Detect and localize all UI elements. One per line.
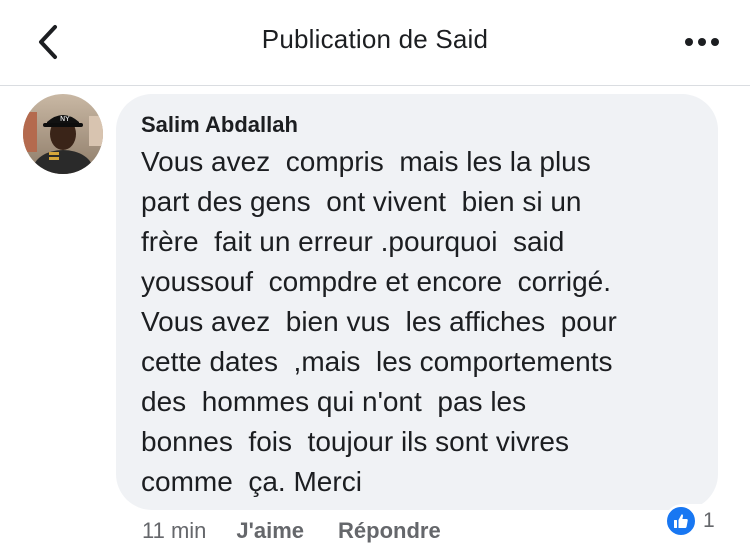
comment-line: bonnes fois toujour ils sont vivres [141, 426, 569, 457]
like-button[interactable]: J'aime [236, 518, 304, 544]
profile-photo: NY [23, 94, 103, 174]
comment-line: Vous avez compris mais les la plus [141, 146, 591, 177]
comment-actions: 11 min J'aime Répondre [142, 512, 475, 550]
comment-line: youssouf compdre et encore corrigé. [141, 266, 612, 297]
comment-line: part des gens ont vivent bien si un [141, 186, 582, 217]
reaction-summary[interactable]: 1 [665, 504, 719, 538]
comment-line: comme ça. Merci [141, 466, 362, 497]
more-options-button[interactable] [680, 22, 724, 62]
svg-text:NY: NY [60, 115, 70, 123]
comment-timestamp: 11 min [142, 518, 207, 543]
reply-button[interactable]: Répondre [338, 518, 441, 544]
comment-line: Vous avez bien vus les affiches pour [141, 306, 617, 337]
comment-line: cette dates ,mais les comportements [141, 346, 613, 377]
comment-text: Vous avez compris mais les la plus part … [141, 142, 698, 502]
comment-bubble: Salim Abdallah Vous avez compris mais le… [116, 94, 718, 510]
thumbs-up-icon [665, 505, 697, 537]
reaction-count: 1 [703, 509, 715, 532]
comment-author[interactable]: Salim Abdallah [141, 108, 698, 142]
more-horizontal-icon [685, 38, 719, 46]
avatar[interactable]: NY [23, 94, 103, 174]
comment-line: des hommes qui n'ont pas les [141, 386, 527, 417]
top-navigation-bar: Publication de Said [0, 0, 750, 86]
page-title: Publication de Said [261, 24, 489, 54]
comment-line: frère fait un erreur .pourquoi said [141, 226, 565, 257]
